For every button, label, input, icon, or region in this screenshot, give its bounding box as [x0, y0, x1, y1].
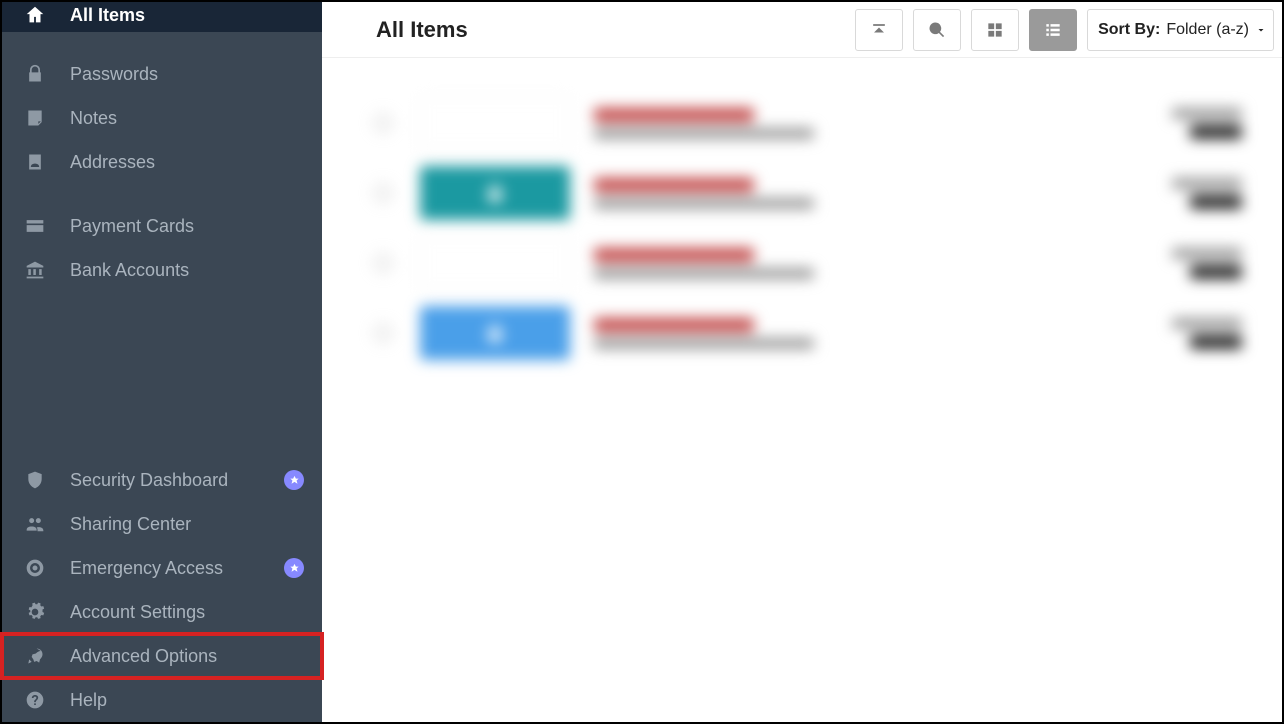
item-info — [594, 248, 1172, 279]
sidebar-item-label: Bank Accounts — [70, 260, 304, 281]
item-meta — [1172, 248, 1242, 279]
sidebar-item-notes[interactable]: Notes — [2, 96, 322, 140]
sidebar-item-label: Notes — [70, 108, 304, 129]
sidebar-item-passwords[interactable]: Passwords — [2, 52, 322, 96]
sidebar-item-label: Passwords — [70, 64, 304, 85]
topbar: All Items Sort By: Folder (a-z) — [322, 2, 1282, 58]
sidebar-item-advanced-options[interactable]: Advanced Options — [2, 634, 322, 678]
item-info — [594, 318, 1172, 349]
main-content: All Items Sort By: Folder (a-z) — [322, 2, 1282, 722]
row-checkbox[interactable] — [374, 184, 392, 202]
sidebar: All Items Passwords Notes Addresses Paym… — [2, 2, 322, 722]
row-checkbox[interactable] — [374, 254, 392, 272]
grid-icon — [985, 20, 1005, 40]
list-view-button[interactable] — [1029, 9, 1077, 51]
item-info — [594, 108, 1172, 139]
sidebar-item-label: Account Settings — [70, 602, 304, 623]
toolbar: Sort By: Folder (a-z) — [855, 9, 1274, 51]
card-icon — [24, 215, 46, 237]
sort-label: Sort By: — [1098, 21, 1160, 39]
sort-dropdown[interactable]: Sort By: Folder (a-z) — [1087, 9, 1274, 51]
sidebar-item-addresses[interactable]: Addresses — [2, 140, 322, 184]
list-icon — [1043, 20, 1063, 40]
collapse-up-icon — [869, 20, 889, 40]
sidebar-item-label: Sharing Center — [70, 514, 304, 535]
question-icon — [24, 689, 46, 711]
sidebar-item-security-dashboard[interactable]: Security Dashboard — [2, 458, 322, 502]
grid-view-button[interactable] — [971, 9, 1019, 51]
item-meta — [1172, 108, 1242, 139]
caret-down-icon — [1255, 24, 1267, 36]
address-icon — [24, 151, 46, 173]
item-meta — [1172, 318, 1242, 349]
row-checkbox[interactable] — [374, 324, 392, 342]
lock-icon — [24, 63, 46, 85]
rocket-icon — [24, 645, 46, 667]
item-logo — [420, 166, 570, 220]
sidebar-item-payment-cards[interactable]: Payment Cards — [2, 204, 322, 248]
zoom-out-button[interactable] — [913, 9, 961, 51]
sidebar-item-label: Security Dashboard — [70, 470, 284, 491]
home-icon — [24, 4, 46, 26]
lifebuoy-icon — [24, 557, 46, 579]
sidebar-item-label: Emergency Access — [70, 558, 284, 579]
sidebar-item-account-settings[interactable]: Account Settings — [2, 590, 322, 634]
sidebar-item-label: Addresses — [70, 152, 304, 173]
sidebar-item-help[interactable]: Help — [2, 678, 322, 722]
row-checkbox[interactable] — [374, 114, 392, 132]
list-item[interactable] — [362, 158, 1282, 228]
sidebar-item-all-items[interactable]: All Items — [2, 2, 322, 32]
zoom-out-icon — [927, 20, 947, 40]
premium-badge-icon — [284, 558, 304, 578]
sidebar-item-label: Payment Cards — [70, 216, 304, 237]
collapse-button[interactable] — [855, 9, 903, 51]
sidebar-item-label: All Items — [70, 5, 304, 26]
sidebar-item-label: Help — [70, 690, 304, 711]
item-logo — [420, 96, 570, 150]
shield-icon — [24, 469, 46, 491]
gear-icon — [24, 601, 46, 623]
item-meta — [1172, 178, 1242, 209]
list-item[interactable] — [362, 298, 1282, 368]
item-list — [322, 58, 1282, 368]
people-icon — [24, 513, 46, 535]
item-info — [594, 178, 1172, 209]
list-item[interactable] — [362, 88, 1282, 158]
item-logo — [420, 306, 570, 360]
note-icon — [24, 107, 46, 129]
sort-value: Folder (a-z) — [1166, 21, 1249, 39]
bank-icon — [24, 259, 46, 281]
sidebar-item-emergency-access[interactable]: Emergency Access — [2, 546, 322, 590]
list-item[interactable] — [362, 228, 1282, 298]
sidebar-item-sharing-center[interactable]: Sharing Center — [2, 502, 322, 546]
sidebar-item-label: Advanced Options — [70, 646, 304, 667]
item-logo — [420, 236, 570, 290]
premium-badge-icon — [284, 470, 304, 490]
page-title: All Items — [376, 17, 468, 43]
sidebar-item-bank-accounts[interactable]: Bank Accounts — [2, 248, 322, 292]
